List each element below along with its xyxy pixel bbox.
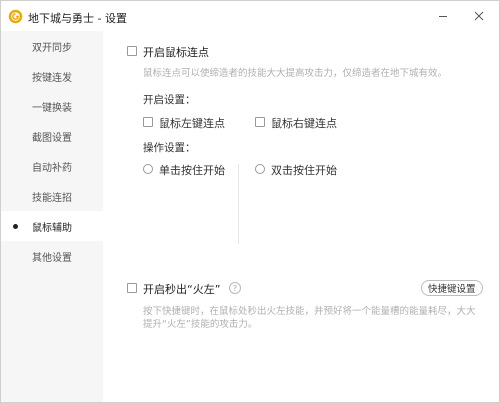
help-icon[interactable]: ? bbox=[229, 282, 241, 294]
sidebar-item-key-repeat[interactable]: 按键连发 bbox=[1, 61, 103, 91]
double-click-label[interactable]: 双击按住开始 bbox=[271, 162, 337, 178]
game-logo-icon bbox=[8, 9, 23, 24]
sidebar-item-quick-equip[interactable]: 一键换装 bbox=[1, 91, 103, 121]
close-button[interactable] bbox=[468, 6, 490, 26]
right-click-label[interactable]: 鼠标右键连点 bbox=[271, 115, 337, 131]
sidebar-item-label: 鼠标辅助 bbox=[32, 222, 72, 234]
right-click-checkbox[interactable] bbox=[255, 117, 265, 127]
single-click-radio[interactable] bbox=[143, 164, 153, 174]
sidebar-item-mouse-assist[interactable]: 鼠标辅助 bbox=[1, 211, 103, 241]
left-click-checkbox[interactable] bbox=[143, 117, 153, 127]
double-click-radio[interactable] bbox=[255, 164, 265, 174]
enable-mouse-click-label[interactable]: 开启鼠标连点 bbox=[143, 44, 209, 60]
minimize-icon bbox=[439, 16, 447, 17]
minimize-button[interactable] bbox=[432, 6, 454, 26]
active-indicator bbox=[13, 224, 18, 229]
enable-settings-title: 开启设置： bbox=[143, 94, 196, 106]
sidebar-item-auto-potion[interactable]: 自动补药 bbox=[1, 151, 103, 181]
sidebar: 双开同步 按键连发 一键换装 截图设置 自动补药 技能连招 鼠标辅助 其他设置 bbox=[1, 31, 103, 402]
single-click-label[interactable]: 单击按住开始 bbox=[159, 162, 225, 178]
flame-description: 按下快捷键时，在鼠标处秒出火左技能，并预好将一个能量槽的能量耗尽，大大提升“火左… bbox=[143, 306, 476, 330]
sidebar-item-screenshot[interactable]: 截图设置 bbox=[1, 121, 103, 151]
enable-flame-label[interactable]: 开启秒出“火左” bbox=[143, 281, 220, 297]
sidebar-item-other[interactable]: 其他设置 bbox=[1, 241, 103, 271]
settings-content: 开启鼠标连点 鼠标连点可以使缔造者的技能大大提高攻击力，仅缔造者在地下城有效。 … bbox=[103, 31, 499, 402]
mouse-click-description: 鼠标连点可以使缔造者的技能大大提高攻击力，仅缔造者在地下城有效。 bbox=[143, 68, 448, 79]
hotkey-settings-button[interactable]: 快捷键设置 bbox=[421, 280, 483, 296]
enable-flame-checkbox[interactable] bbox=[127, 283, 137, 293]
sidebar-item-dual-sync[interactable]: 双开同步 bbox=[1, 31, 103, 61]
window-title: 地下城与勇士 - 设置 bbox=[28, 12, 127, 25]
operation-settings-title: 操作设置： bbox=[143, 142, 196, 154]
settings-window: 地下城与勇士 - 设置 双开同步 按键连发 一键换装 截图设置 自动补药 技能连… bbox=[0, 0, 500, 403]
enable-mouse-click-checkbox[interactable] bbox=[127, 46, 137, 56]
close-icon bbox=[474, 11, 484, 21]
divider bbox=[238, 164, 239, 244]
sidebar-item-skill-combo[interactable]: 技能连招 bbox=[1, 181, 103, 211]
title-bar: 地下城与勇士 - 设置 bbox=[1, 1, 499, 31]
left-click-label[interactable]: 鼠标左键连点 bbox=[159, 115, 225, 131]
